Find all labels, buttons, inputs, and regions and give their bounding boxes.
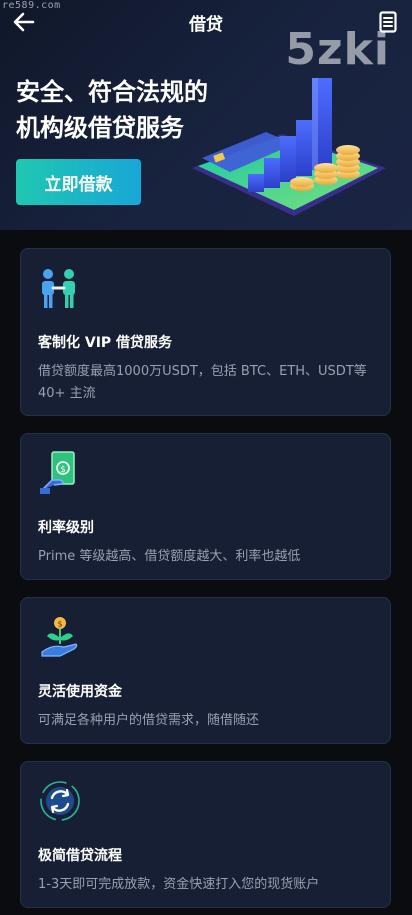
svg-text:$: $ [57,620,62,629]
borrow-now-button[interactable]: 立即借款 [16,159,141,205]
feature-list: 客制化 VIP 借贷服务 借贷额度最高1000万USDT，包括 BTC、ETH、… [20,248,391,915]
cycle-icon [40,781,80,821]
feature-title: 利率级别 [38,520,94,536]
feature-description: 可满足各种用户的借贷需求，随借随还 [38,713,260,728]
feature-title: 灵活使用资金 [38,684,122,700]
feature-description: 借贷额度最高1000万USDT，包括 BTC、ETH、USDT等40+ 主流 [38,364,367,401]
feature-description: 1-3天即可完成放款，资金快速打入您的现货账户 [38,877,320,892]
svg-text:$: $ [60,465,66,475]
hero-banner: 借贷 5zki 安全、符合法规的 机构级借贷服务 立即借款 [0,0,412,232]
phone-chart-illustration [192,78,386,216]
cash-hand-icon: $ [40,451,75,494]
feature-title: 极简借贷流程 [38,848,122,864]
feature-card-process: 极简借贷流程 1-3天即可完成放款，资金快速打入您的现货账户 [20,761,391,908]
site-watermark: re589.com [2,0,61,11]
handshake-people-icon [42,269,75,308]
feature-card-rate: $ 利率级别 Prime 等级越高、借贷额度越大、利率也越低 [20,433,391,580]
plant-hand-icon: $ [41,617,78,657]
brand-watermark: 5zki [285,24,390,75]
feature-card-flexible: $ 灵活使用资金 可满足各种用户的借贷需求，随借随还 [20,597,391,744]
feature-description: Prime 等级越高、借贷额度越大、利率也越低 [38,549,301,564]
feature-card-vip: 客制化 VIP 借贷服务 借贷额度最高1000万USDT，包括 BTC、ETH、… [20,248,391,416]
feature-title: 客制化 VIP 借贷服务 [38,335,173,351]
